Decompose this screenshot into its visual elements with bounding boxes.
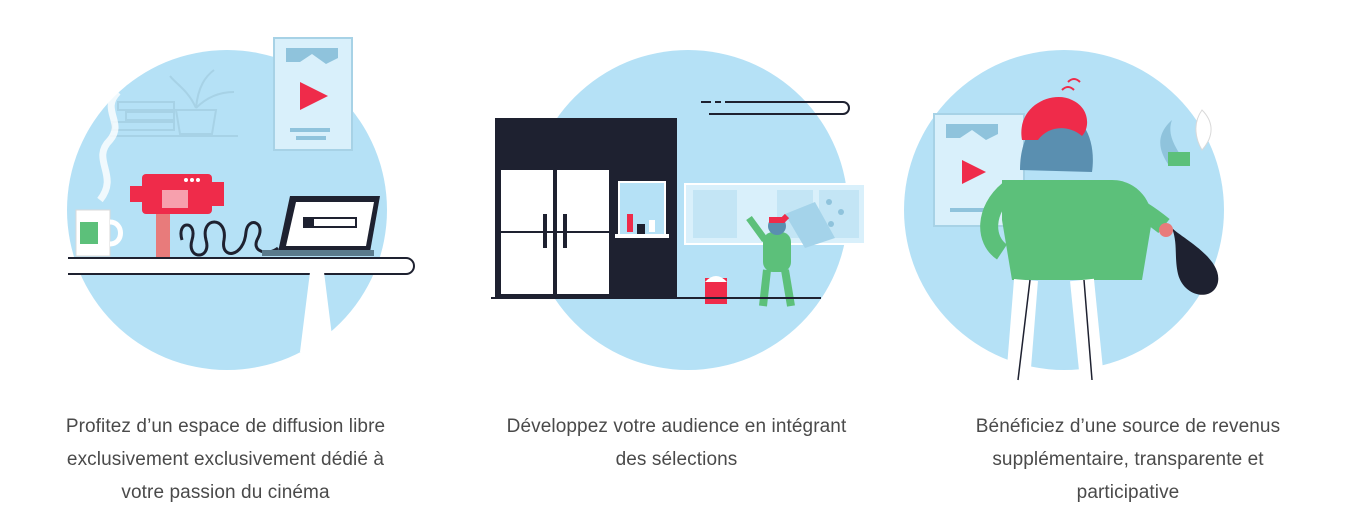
caption-line: Bénéficiez d’une source de revenus xyxy=(975,416,1281,437)
feature-audience: Développez votre audience en intégrant d… xyxy=(451,0,902,514)
cinema-building-illustration xyxy=(491,50,866,370)
feature-caption: Profitez d’un espace de diffusion libre … xyxy=(0,410,451,509)
caption-line: Profitez d’un espace de diffusion libre xyxy=(65,416,386,437)
person-receiving-revenue-illustration xyxy=(904,50,1224,382)
caption-line: exclusivement exclusivement dédié à xyxy=(66,449,385,470)
feature-revenue: Bénéficiez d’une source de revenus suppl… xyxy=(902,0,1354,514)
feature-diffusion: Profitez d’un espace de diffusion libre … xyxy=(0,0,451,514)
caption-line: participative xyxy=(1076,482,1180,503)
feature-caption: Bénéficiez d’une source de revenus suppl… xyxy=(902,410,1354,509)
caption-line: Développez votre audience en intégrant xyxy=(506,416,847,437)
feature-caption: Développez votre audience en intégrant d… xyxy=(451,410,902,476)
caption-line: votre passion du cinéma xyxy=(121,482,330,503)
caption-line: supplémentaire, transparente et xyxy=(992,449,1264,470)
film-poster-icon xyxy=(273,37,353,151)
caption-line: des sélections xyxy=(615,449,738,470)
laptop-and-camera-illustration xyxy=(67,37,415,370)
